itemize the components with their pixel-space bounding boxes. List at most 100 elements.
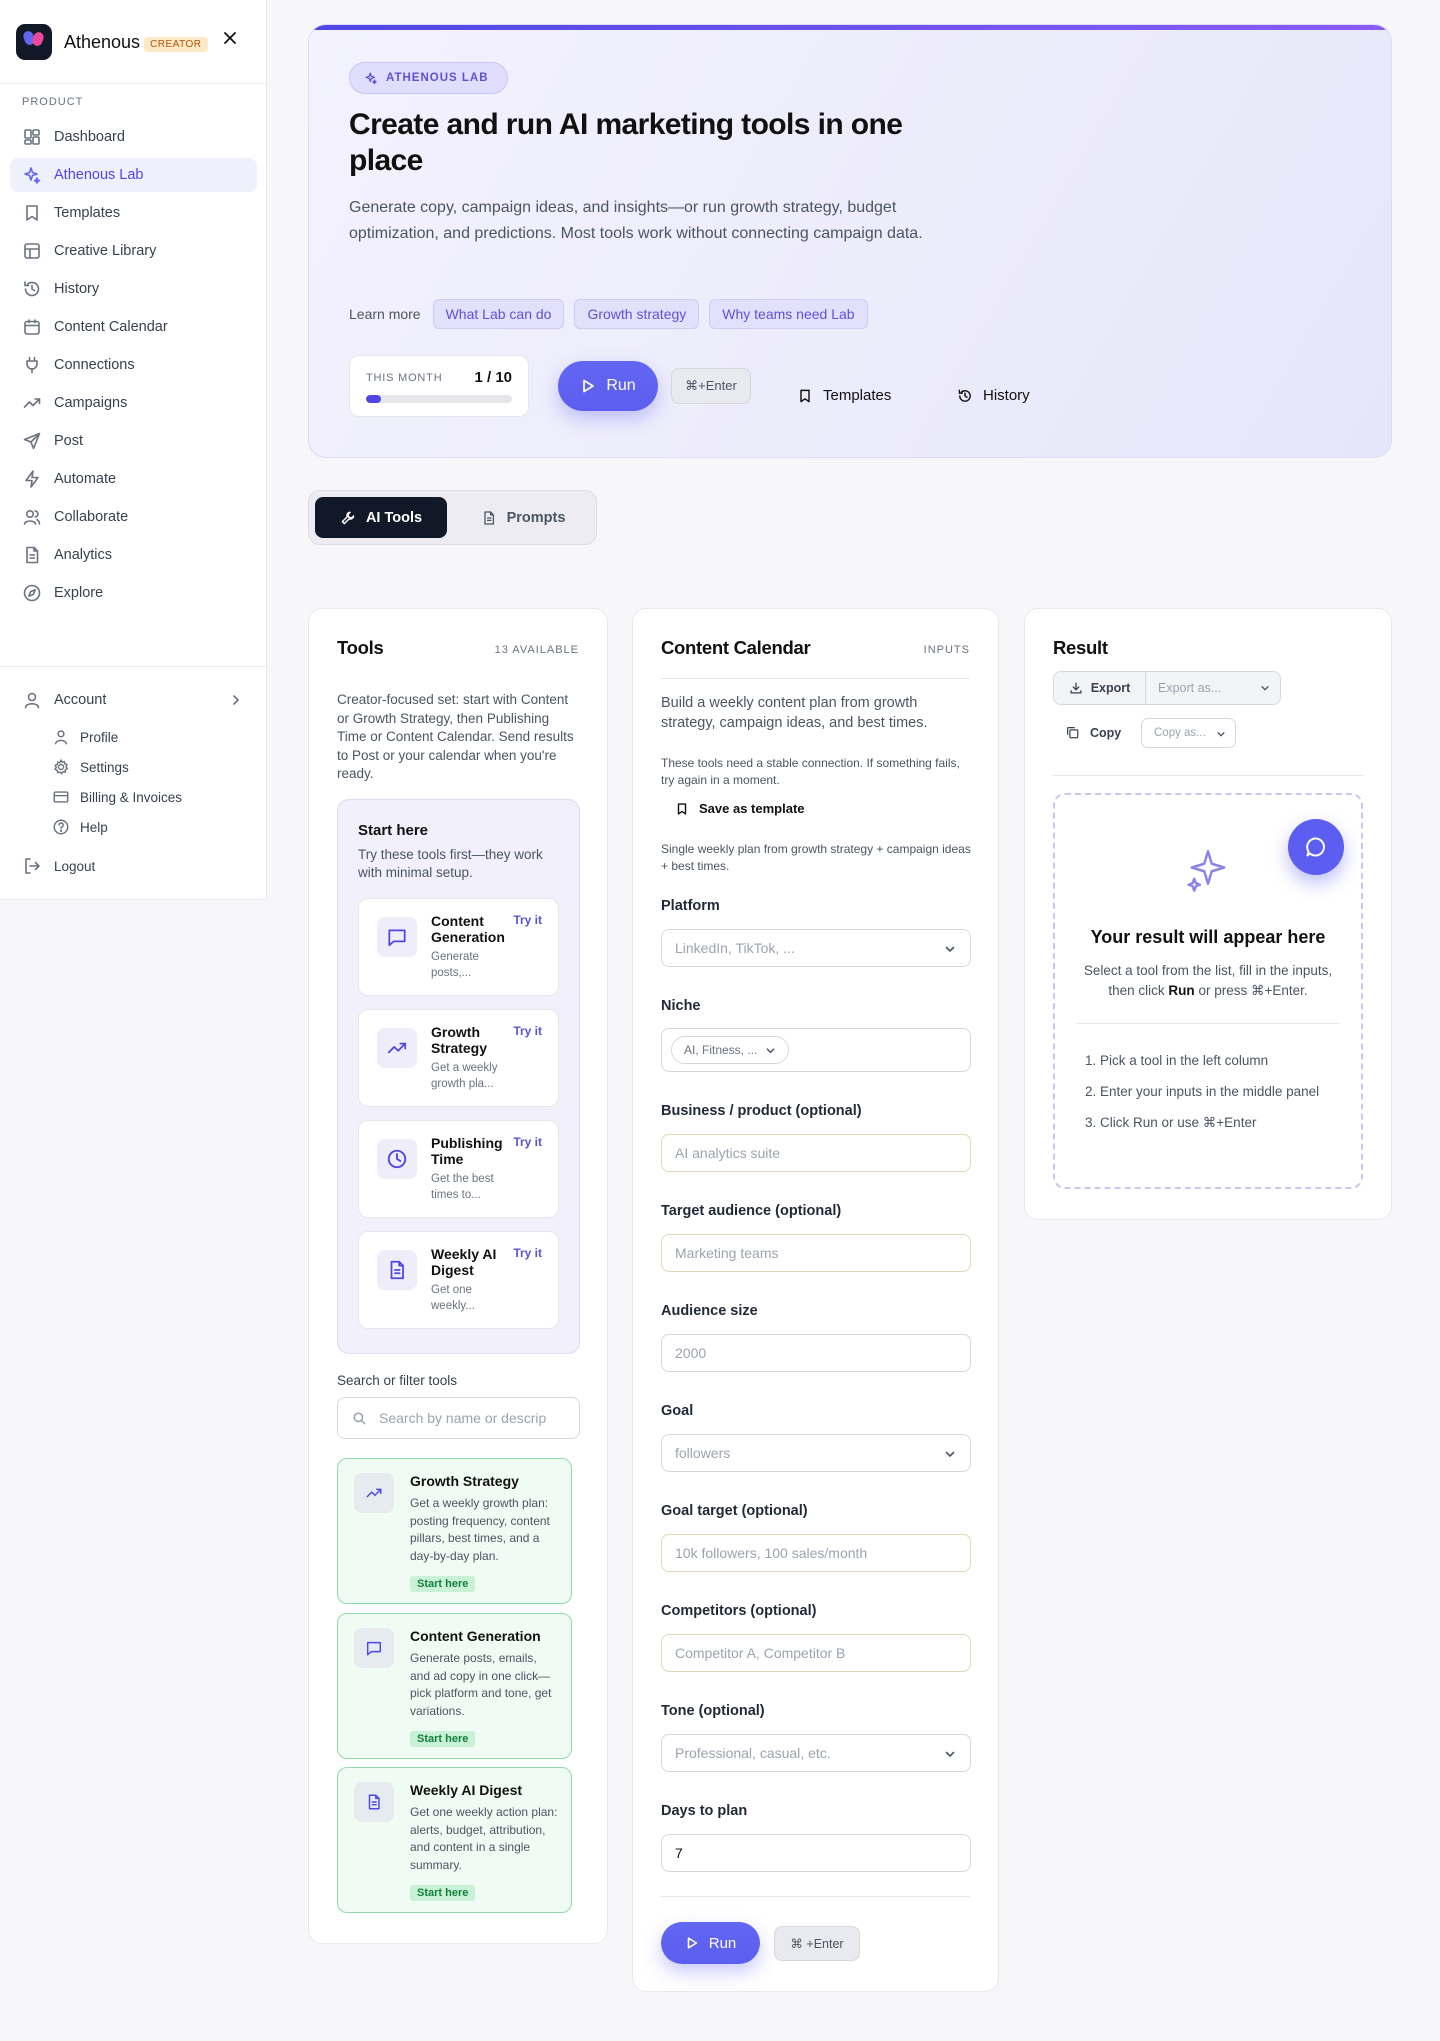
sidebar-sub-profile[interactable]: Profile [52, 728, 118, 746]
sidebar-item-post[interactable]: Post [10, 424, 257, 458]
copy-button[interactable]: Copy [1065, 725, 1121, 740]
inputs-run-button[interactable]: Run [661, 1922, 760, 1964]
try-it-link[interactable]: Try it [513, 913, 542, 927]
history-link-label: History [983, 387, 1030, 404]
sidebar-sub-settings[interactable]: Settings [52, 758, 129, 776]
audience-input[interactable]: Marketing teams [661, 1234, 971, 1272]
sidebar-item-connections[interactable]: Connections [10, 348, 257, 382]
logout-button[interactable]: Logout [10, 849, 257, 883]
start-card-content-generation[interactable]: Content Generation Generate posts,... Tr… [358, 898, 559, 996]
sidebar-item-label: Connections [54, 357, 135, 373]
close-icon[interactable] [220, 28, 240, 48]
tool-card-desc: Generate posts, emails, and ad copy in o… [410, 1651, 552, 1718]
sidebar: Athenous CREATOR PRODUCT Dashboard Athen… [0, 0, 267, 900]
chevron-down-icon [944, 1448, 956, 1460]
sparkles-icon [1183, 845, 1233, 895]
learn-link-what-lab-can-do[interactable]: What Lab can do [432, 299, 565, 329]
sidebar-item-label: Dashboard [54, 129, 125, 145]
wrench-icon [340, 510, 366, 526]
sidebar-item-label: Campaigns [54, 395, 128, 411]
start-here-tag: Start here [410, 1885, 476, 1901]
sidebar-item-collaborate[interactable]: Collaborate [10, 500, 257, 534]
sidebar-sub-help[interactable]: Help [52, 818, 108, 836]
sparkles-icon [364, 71, 386, 85]
start-card-name: Weekly AI Digest [431, 1246, 497, 1278]
sidebar-item-history[interactable]: History [10, 272, 257, 306]
sidebar-item-automate[interactable]: Automate [10, 462, 257, 496]
usage-value: 1 / 10 [474, 369, 512, 386]
audience-label: Target audience (optional) [661, 1203, 842, 1219]
learn-link-why-teams-need-lab[interactable]: Why teams need Lab [709, 299, 868, 329]
lab-badge: ATHENOUS LAB [349, 62, 508, 94]
sidebar-item-campaigns[interactable]: Campaigns [10, 386, 257, 420]
copy-format-select[interactable]: Copy as... [1141, 718, 1236, 748]
sidebar-item-dashboard[interactable]: Dashboard [10, 120, 257, 154]
trending-up-icon [377, 1028, 417, 1068]
tab-ai-tools[interactable]: AI Tools [315, 497, 447, 538]
audience-size-input[interactable]: 2000 [661, 1334, 971, 1372]
calendar-icon [22, 317, 42, 337]
tool-card-content-generation[interactable]: Content Generation Generate posts, email… [337, 1613, 572, 1759]
sidebar-item-label: Analytics [54, 547, 113, 563]
start-card-growth-strategy[interactable]: Growth Strategy Get a weekly growth pla.… [358, 1009, 559, 1107]
competitors-label: Competitors (optional) [661, 1603, 817, 1619]
days-input[interactable]: 7 [661, 1834, 971, 1872]
platform-select[interactable]: LinkedIn, TikTok, ... [661, 929, 971, 967]
sidebar-item-label: Collaborate [54, 509, 129, 525]
plan-badge: CREATOR [144, 36, 208, 52]
hero-run-button[interactable]: Run [558, 361, 658, 411]
sidebar-sub-label: Profile [80, 729, 119, 745]
start-card-publishing-time[interactable]: Publishing Time Get the best times to...… [358, 1120, 559, 1218]
chat-button[interactable] [1288, 819, 1344, 875]
start-card-name: Content Generation [431, 913, 505, 945]
tools-description: Creator-focused set: start with Content … [337, 692, 574, 781]
tool-summary: Single weekly plan from growth strategy … [661, 842, 971, 873]
tools-panel: Tools 13 AVAILABLE Creator-focused set: … [308, 608, 608, 1944]
file-text-icon [377, 1250, 417, 1290]
tab-prompts[interactable]: Prompts [455, 497, 591, 538]
sidebar-item-creative-library[interactable]: Creative Library [10, 234, 257, 268]
copy-label: Copy [1090, 725, 1122, 740]
export-button[interactable]: Export [1054, 672, 1146, 704]
templates-link[interactable]: Templates [797, 387, 891, 404]
goal-select[interactable]: followers [661, 1434, 971, 1472]
sidebar-item-athenous-lab[interactable]: Athenous Lab [10, 158, 257, 192]
start-card-name: Publishing Time [431, 1135, 503, 1167]
logout-label: Logout [54, 858, 96, 874]
sidebar-sub-label: Settings [80, 759, 129, 775]
bookmark-icon [22, 203, 42, 223]
sidebar-item-content-calendar[interactable]: Content Calendar [10, 310, 257, 344]
tab-label: Prompts [506, 509, 566, 526]
start-card-weekly-ai-digest[interactable]: Weekly AI Digest Get one weekly... Try i… [358, 1231, 559, 1329]
try-it-link[interactable]: Try it [513, 1135, 542, 1149]
sidebar-sub-billing[interactable]: Billing & Invoices [52, 788, 182, 806]
competitors-input[interactable]: Competitor A, Competitor B [661, 1634, 971, 1672]
shortcut-hint: ⌘+Enter [671, 368, 751, 404]
download-icon [1069, 681, 1091, 695]
connection-notice: These tools need a stable connection. If… [661, 756, 960, 787]
sidebar-item-templates[interactable]: Templates [10, 196, 257, 230]
result-steps: 1. Pick a tool in the left column 2. Ent… [1085, 1045, 1319, 1138]
learn-link-growth-strategy[interactable]: Growth strategy [574, 299, 700, 329]
tools-title: Tools [337, 637, 384, 658]
result-empty-bold: Run [1168, 983, 1195, 998]
try-it-link[interactable]: Try it [513, 1024, 542, 1038]
brand[interactable]: Athenous CREATOR [16, 24, 208, 60]
business-input[interactable]: AI analytics suite [661, 1134, 971, 1172]
niche-select-chip[interactable]: AI, Fitness, ... [671, 1036, 790, 1064]
goal-target-input[interactable]: 10k followers, 100 sales/month [661, 1534, 971, 1572]
history-link[interactable]: History [957, 387, 1030, 404]
search-icon [352, 1411, 379, 1426]
tool-card-growth-strategy[interactable]: Growth Strategy Get a weekly growth plan… [337, 1458, 572, 1604]
export-format-select[interactable]: Export as... [1146, 672, 1280, 704]
tone-select[interactable]: Professional, casual, etc. [661, 1734, 971, 1772]
niche-input[interactable]: AI, Fitness, ... [661, 1028, 971, 1072]
divider [661, 678, 970, 679]
tool-card-weekly-ai-digest[interactable]: Weekly AI Digest Get one weekly action p… [337, 1767, 572, 1913]
sidebar-item-explore[interactable]: Explore [10, 576, 257, 610]
sidebar-item-account[interactable]: Account [10, 683, 257, 717]
tool-search-input[interactable]: Search by name or descrip [337, 1397, 580, 1439]
try-it-link[interactable]: Try it [513, 1246, 542, 1260]
save-as-template-button[interactable]: Save as template [675, 801, 805, 816]
sidebar-item-analytics[interactable]: Analytics [10, 538, 257, 572]
